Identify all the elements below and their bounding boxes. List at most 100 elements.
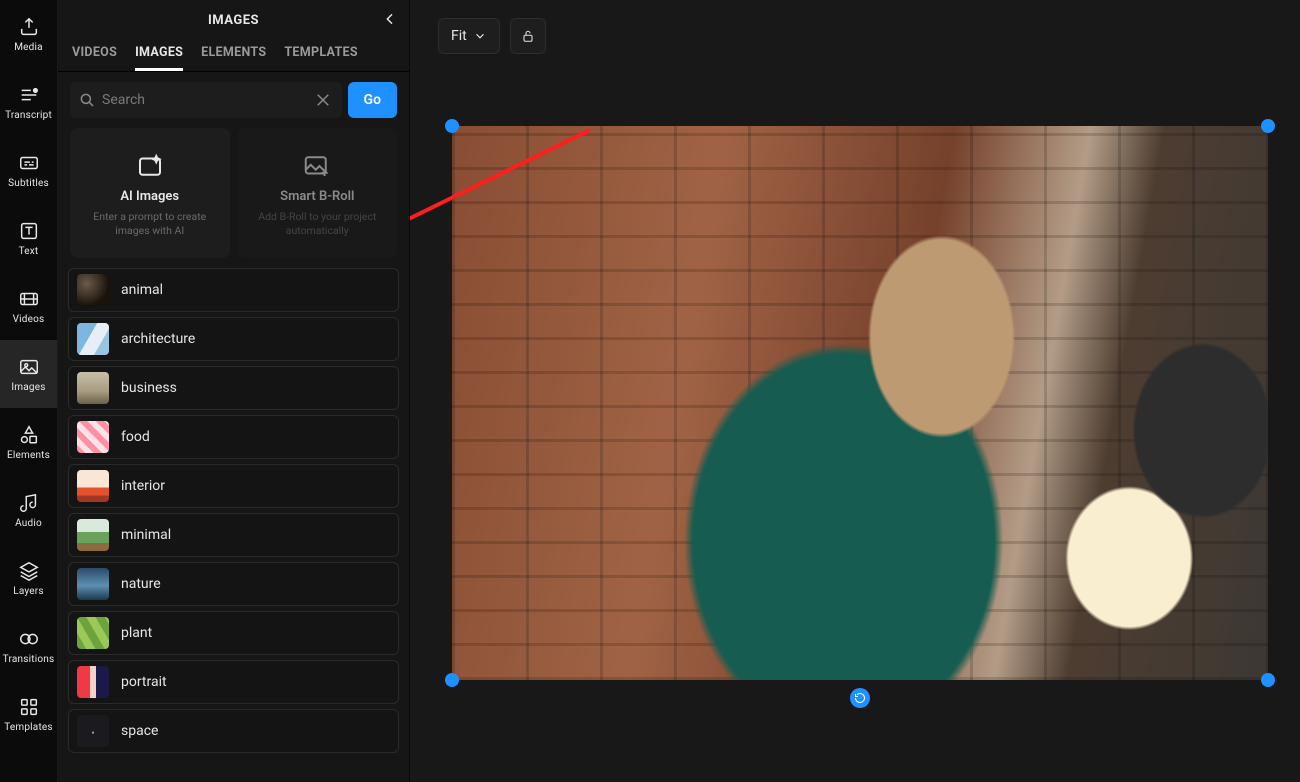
category-plant[interactable]: plant bbox=[68, 611, 399, 655]
rail-media-label: Media bbox=[14, 42, 43, 53]
side-panel: IMAGES VIDEOS IMAGES ELEMENTS TEMPLATES … bbox=[58, 0, 410, 782]
search-go-button[interactable]: Go bbox=[348, 82, 397, 118]
thumb-food bbox=[77, 421, 109, 453]
category-label: minimal bbox=[121, 527, 171, 543]
shapes-icon bbox=[18, 424, 40, 446]
tab-elements[interactable]: ELEMENTS bbox=[201, 45, 266, 71]
tab-videos[interactable]: VIDEOS bbox=[72, 45, 117, 71]
panel-tabs: VIDEOS IMAGES ELEMENTS TEMPLATES bbox=[58, 40, 409, 72]
selected-artboard[interactable] bbox=[450, 124, 1270, 682]
sparkle-image-icon bbox=[133, 149, 167, 183]
lock-aspect-button[interactable] bbox=[510, 18, 546, 54]
thumb-space bbox=[77, 715, 109, 747]
rail-layers-label: Layers bbox=[13, 586, 43, 597]
chevron-left-icon bbox=[382, 11, 398, 27]
card-ai-sub: Enter a prompt to create images with AI bbox=[80, 210, 220, 237]
category-label: nature bbox=[121, 576, 161, 592]
rail-videos-label: Videos bbox=[13, 314, 45, 325]
category-label: food bbox=[121, 429, 150, 445]
category-architecture[interactable]: architecture bbox=[68, 317, 399, 361]
rail-audio[interactable]: Audio bbox=[0, 476, 57, 544]
subtitles-icon bbox=[18, 152, 40, 174]
category-interior[interactable]: interior bbox=[68, 464, 399, 508]
resize-handle-tr[interactable] bbox=[1261, 119, 1275, 133]
category-label: animal bbox=[121, 282, 163, 298]
card-broll-sub: Add B-Roll to your project automatically bbox=[248, 210, 388, 237]
zoom-fit-button[interactable]: Fit bbox=[438, 18, 500, 54]
unlock-icon bbox=[520, 28, 536, 44]
rail-text[interactable]: Text bbox=[0, 204, 57, 272]
rail-media[interactable]: Media bbox=[0, 0, 57, 68]
rail-text-label: Text bbox=[19, 246, 39, 257]
thumb-interior bbox=[77, 470, 109, 502]
card-smart-broll[interactable]: Smart B-Roll Add B-Roll to your project … bbox=[238, 128, 398, 258]
collapse-panel-button[interactable] bbox=[377, 6, 403, 32]
category-label: architecture bbox=[121, 331, 195, 347]
upload-icon bbox=[18, 16, 40, 38]
resize-handle-bl[interactable] bbox=[445, 673, 459, 687]
feature-cards: AI Images Enter a prompt to create image… bbox=[58, 128, 409, 268]
templates-icon bbox=[18, 696, 40, 718]
audio-icon bbox=[18, 492, 40, 514]
thumb-nature bbox=[77, 568, 109, 600]
rotate-handle[interactable] bbox=[850, 688, 870, 708]
transcript-icon bbox=[18, 84, 40, 106]
rail-transcript-label: Transcript bbox=[5, 110, 52, 121]
category-food[interactable]: food bbox=[68, 415, 399, 459]
tab-templates[interactable]: TEMPLATES bbox=[284, 45, 357, 71]
rail-elements[interactable]: Elements bbox=[0, 408, 57, 476]
transition-icon bbox=[18, 628, 40, 650]
rail-images[interactable]: Images bbox=[0, 340, 57, 408]
rail-layers[interactable]: Layers bbox=[0, 544, 57, 612]
category-label: portrait bbox=[121, 674, 167, 690]
left-rail: Media Transcript Subtitles Text Videos I… bbox=[0, 0, 58, 782]
panel-title: IMAGES bbox=[208, 13, 259, 28]
canvas-image[interactable] bbox=[452, 126, 1268, 680]
zoom-fit-label: Fit bbox=[451, 28, 467, 44]
rail-images-label: Images bbox=[11, 382, 45, 393]
card-broll-title: Smart B-Roll bbox=[280, 189, 354, 204]
search-wrap bbox=[70, 82, 342, 118]
category-label: interior bbox=[121, 478, 165, 494]
image-plus-icon bbox=[300, 149, 334, 183]
category-minimal[interactable]: minimal bbox=[68, 513, 399, 557]
canvas-stage[interactable]: Fit bbox=[410, 0, 1300, 782]
category-list[interactable]: animal architecture business food interi… bbox=[58, 268, 409, 782]
category-nature[interactable]: nature bbox=[68, 562, 399, 606]
rail-transcript[interactable]: Transcript bbox=[0, 68, 57, 136]
video-icon bbox=[18, 288, 40, 310]
text-icon bbox=[18, 220, 40, 242]
card-ai-title: AI Images bbox=[120, 189, 179, 204]
stage-toolbar: Fit bbox=[438, 18, 546, 54]
search-icon bbox=[78, 91, 96, 109]
rail-subtitles[interactable]: Subtitles bbox=[0, 136, 57, 204]
rail-templates[interactable]: Templates bbox=[0, 680, 57, 748]
rail-transitions[interactable]: Transitions bbox=[0, 612, 57, 680]
thumb-portrait bbox=[77, 666, 109, 698]
search-input[interactable] bbox=[102, 92, 306, 108]
thumb-architecture bbox=[77, 323, 109, 355]
rail-elements-label: Elements bbox=[7, 450, 50, 461]
category-animal[interactable]: animal bbox=[68, 268, 399, 312]
resize-handle-br[interactable] bbox=[1261, 673, 1275, 687]
clear-search-button[interactable] bbox=[312, 89, 334, 111]
category-business[interactable]: business bbox=[68, 366, 399, 410]
category-label: space bbox=[121, 723, 158, 739]
rail-videos[interactable]: Videos bbox=[0, 272, 57, 340]
category-label: plant bbox=[121, 625, 152, 641]
rail-transitions-label: Transitions bbox=[3, 654, 55, 665]
category-portrait[interactable]: portrait bbox=[68, 660, 399, 704]
resize-handle-tl[interactable] bbox=[445, 119, 459, 133]
image-icon bbox=[18, 356, 40, 378]
tab-images[interactable]: IMAGES bbox=[135, 45, 183, 71]
rotate-icon bbox=[854, 692, 866, 704]
chevron-down-icon bbox=[473, 29, 487, 43]
rail-audio-label: Audio bbox=[15, 518, 42, 529]
rail-subtitles-label: Subtitles bbox=[8, 178, 49, 189]
card-ai-images[interactable]: AI Images Enter a prompt to create image… bbox=[70, 128, 230, 258]
close-icon bbox=[314, 91, 332, 109]
category-space[interactable]: space bbox=[68, 709, 399, 753]
rail-templates-label: Templates bbox=[4, 722, 53, 733]
thumb-minimal bbox=[77, 519, 109, 551]
thumb-animal bbox=[77, 274, 109, 306]
